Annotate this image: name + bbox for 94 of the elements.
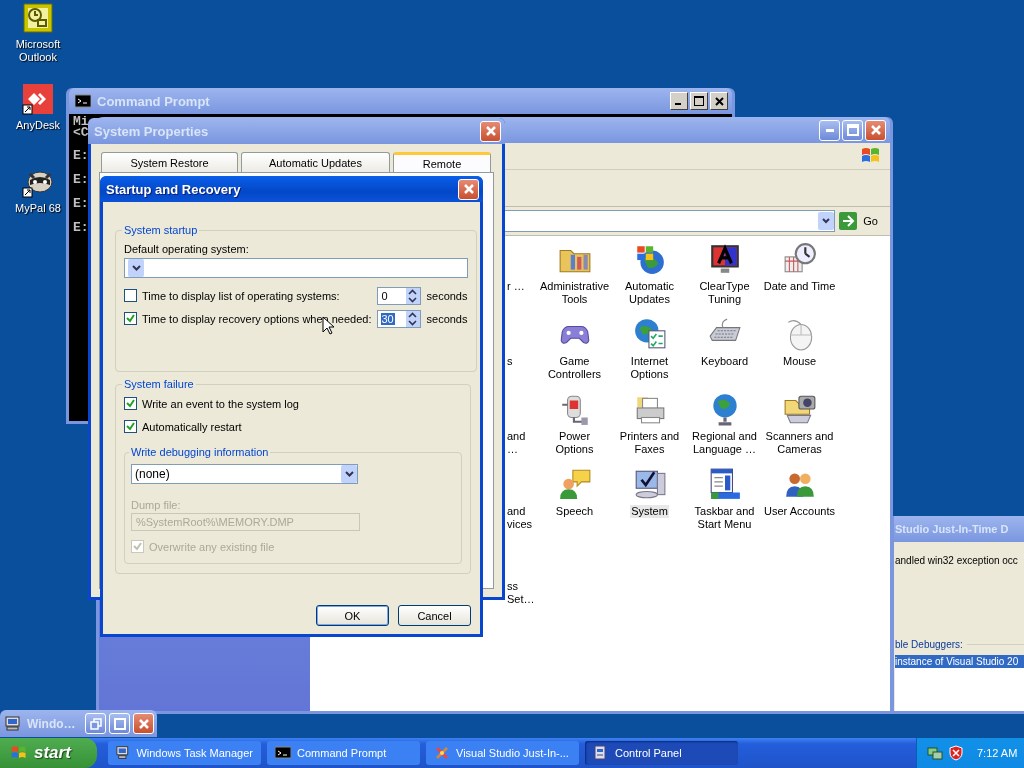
item-label[interactable]: ss Set…: [507, 580, 535, 606]
restore-icon: [89, 717, 102, 730]
console-text: <C: [73, 127, 89, 138]
spin-value: 0: [380, 289, 389, 302]
maximize-icon: [694, 96, 704, 106]
console-text: E:: [73, 147, 89, 165]
desktop-icon-label[interactable]: AnyDesk: [6, 119, 70, 132]
field-label: Default operating system:: [124, 242, 250, 256]
spin-arrows-icon[interactable]: [405, 287, 420, 304]
minimize-icon: [825, 128, 834, 132]
checkbox[interactable]: [124, 289, 137, 302]
spin-arrows-icon[interactable]: [405, 310, 420, 327]
spin-box[interactable]: 30: [376, 309, 421, 328]
close-icon: [869, 124, 882, 136]
spin-box[interactable]: 0: [376, 286, 421, 305]
globe-checklist-icon[interactable]: [632, 317, 667, 351]
close-icon: [714, 96, 724, 106]
network-icon[interactable]: [927, 745, 943, 761]
shield-icon[interactable]: [949, 745, 963, 761]
window-title: Startup and Recovery: [106, 181, 241, 197]
debugger-list[interactable]: instance of Visual Studio 20: [895, 655, 1024, 711]
control-panel-icon: [593, 745, 609, 761]
console-text: E:: [73, 219, 89, 237]
checkbox[interactable]: [124, 397, 137, 410]
field-label: Dump file:: [131, 498, 182, 512]
control-panel-item[interactable]: Power Options: [537, 430, 612, 456]
console-text: E:: [73, 171, 89, 189]
taskbar-button[interactable]: Control Panel: [585, 741, 738, 765]
console-icon: [275, 745, 291, 761]
control-panel-item[interactable]: Scanners and Cameras: [762, 430, 837, 456]
control-panel-item[interactable]: Speech: [537, 505, 612, 518]
tab[interactable]: Automatic Updates: [241, 152, 390, 172]
dialog-button[interactable]: Cancel: [398, 605, 471, 626]
control-panel-item[interactable]: Administrative Tools: [537, 280, 612, 306]
control-panel-item[interactable]: ClearType Tuning: [687, 280, 762, 306]
control-panel-item[interactable]: Regional and Language …: [687, 430, 762, 456]
message-text: andled win32 exception occ: [895, 554, 1019, 567]
tools-icon: [434, 745, 450, 761]
group-title: System failure: [123, 378, 195, 390]
checkbox-label[interactable]: Write an event to the system log: [142, 397, 299, 410]
control-panel-item[interactable]: Internet Options: [612, 355, 687, 381]
checkbox[interactable]: [124, 312, 137, 325]
checkbox[interactable]: [124, 420, 137, 433]
control-panel-item[interactable]: Date and Time: [762, 280, 837, 293]
window-title: System Properties: [94, 123, 209, 139]
control-panel-item[interactable]: Printers and Faxes: [612, 430, 687, 456]
close-icon: [462, 183, 475, 195]
list-label: ble Debuggers:: [895, 639, 963, 650]
checkbox-label[interactable]: Automatically restart: [142, 420, 242, 433]
item-label[interactable]: r …: [507, 280, 535, 293]
window-title: Command Prompt: [97, 93, 210, 109]
control-panel-item[interactable]: Keyboard: [687, 355, 762, 368]
item-label[interactable]: and …: [507, 430, 535, 456]
calendar-clock-icon[interactable]: [22, 2, 54, 34]
console-text: Mi: [73, 116, 89, 127]
group-title: System startup: [123, 224, 199, 236]
desktop-icon-label[interactable]: Microsoft Outlook: [6, 38, 70, 64]
tab[interactable]: Remote: [393, 152, 491, 172]
item-label[interactable]: s: [507, 355, 535, 368]
spin-value: 30: [380, 312, 395, 325]
console-icon: [75, 94, 91, 108]
taskbar-button[interactable]: Command Prompt: [267, 741, 420, 765]
control-panel-item[interactable]: Mouse: [762, 355, 837, 368]
control-panel-item[interactable]: User Accounts: [762, 505, 837, 518]
list-item[interactable]: instance of Visual Studio 20: [895, 655, 1024, 668]
console-text: E:: [73, 195, 89, 213]
control-panel-item[interactable]: Automatic Updates: [612, 280, 687, 306]
maximize-icon: [113, 717, 126, 730]
window-title: Windo…: [27, 716, 77, 731]
diamond-shortcut-icon[interactable]: [22, 83, 54, 115]
person-speech-icon[interactable]: [557, 467, 592, 501]
unit-label: seconds: [425, 289, 468, 302]
item-label[interactable]: and vices: [507, 505, 535, 531]
maximize-icon: [846, 124, 859, 136]
control-panel-item[interactable]: System: [630, 505, 669, 518]
control-panel-item[interactable]: Game Controllers: [537, 355, 612, 381]
restore-button[interactable]: [85, 713, 106, 734]
close-icon: [137, 717, 150, 730]
computer-icon: [116, 745, 131, 761]
clock: 7:12 AM: [977, 747, 1018, 759]
go-icon: [839, 212, 858, 230]
window-title: Studio Just-In-Time D: [895, 523, 1009, 535]
computer-icon: [5, 716, 21, 731]
taskbar-button[interactable]: Visual Studio Just-In-...: [426, 741, 579, 765]
tab[interactable]: System Restore: [101, 152, 238, 172]
taskbar-button[interactable]: Windows Task Manager: [108, 741, 261, 765]
control-panel-item[interactable]: Taskbar and Start Menu: [687, 505, 762, 531]
desktop-icon-label[interactable]: MyPal 68: [6, 202, 70, 215]
go-button[interactable]: Go: [839, 212, 886, 230]
checkbox-label[interactable]: Time to display list of operating systems:: [142, 289, 340, 302]
group-title: Write debugging information: [130, 446, 270, 458]
unit-label: seconds: [425, 312, 468, 325]
dialog-button[interactable]: OK: [316, 605, 389, 626]
close-icon: [484, 125, 497, 137]
